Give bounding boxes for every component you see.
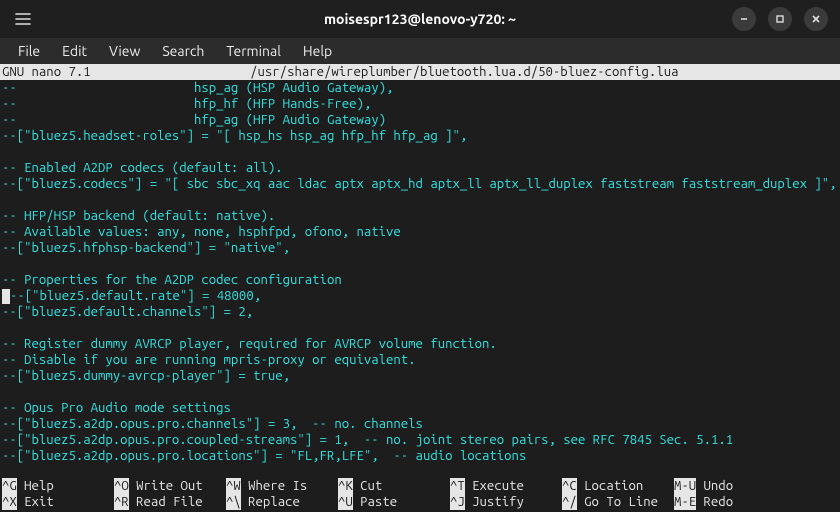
shortcut-label: Where Is <box>241 478 307 494</box>
shortcut-label: Read File <box>129 494 203 510</box>
shortcut-label: Paste <box>353 494 397 510</box>
editor-line: --["bluez5.a2dp.opus.pro.channels"] = 3,… <box>2 416 838 432</box>
editor-line: -- hfp_ag (HFP Audio Gateway) <box>2 112 838 128</box>
shortcut-key: ^R <box>114 494 129 510</box>
shortcut: ^G Help <box>2 478 114 494</box>
shortcut-label: Exit <box>17 494 54 510</box>
shortcut: ^W Where Is <box>226 478 338 494</box>
shortcut-key: ^T <box>450 478 465 494</box>
shortcut-label: Cut <box>353 478 383 494</box>
shortcut: ^R Read File <box>114 494 226 510</box>
editor-line: --["bluez5.default.rate"] = 48000, <box>2 288 838 304</box>
shortcut: ^J Justify <box>450 494 562 510</box>
shortcut: ^X Exit <box>2 494 114 510</box>
editor-line: --["bluez5.headset-roles"] = "[ hsp_hs h… <box>2 128 838 144</box>
editor-line <box>2 320 838 336</box>
editor-line: -- hfp_hf (HFP Hands-Free), <box>2 96 838 112</box>
shortcut-key: ^K <box>338 478 353 494</box>
editor-line: -- Available values: any, none, hsphfpd,… <box>2 224 838 240</box>
editor-line <box>2 384 838 400</box>
menu-search[interactable]: Search <box>152 40 214 62</box>
editor-line: --["bluez5.codecs"] = "[ sbc sbc_xq aac … <box>2 176 838 192</box>
editor-line: -- Opus Pro Audio mode settings <box>2 400 838 416</box>
menu-help[interactable]: Help <box>293 40 342 62</box>
editor-line: --["bluez5.a2dp.opus.pro.locations"] = "… <box>2 448 838 464</box>
shortcut-key: ^X <box>2 494 17 510</box>
nano-version: GNU nano 7.1 <box>2 64 91 80</box>
terminal[interactable]: GNU nano 7.1 /usr/share/wireplumber/blue… <box>0 64 840 512</box>
editor-line: --["bluez5.dummy-avrcp-player"] = true, <box>2 368 838 384</box>
shortcut: ^T Execute <box>450 478 562 494</box>
shortcut: ^/ Go To Line <box>562 494 674 510</box>
nano-shortcuts: ^G Help^O Write Out^W Where Is^K Cut^T E… <box>0 478 840 512</box>
titlebar: moisespr123@lenovo-y720: ~ <box>0 0 840 38</box>
editor-line: -- Enabled A2DP codecs (default: all). <box>2 160 838 176</box>
shortcut-label: Help <box>17 478 54 494</box>
shortcut-key: ^G <box>2 478 17 494</box>
menu-terminal[interactable]: Terminal <box>216 40 291 62</box>
shortcut-key: ^C <box>562 478 577 494</box>
shortcut-label: Location <box>577 478 643 494</box>
shortcut: M-U Undo <box>674 478 754 494</box>
editor-line: -- hsp_ag (HSP Audio Gateway), <box>2 80 838 96</box>
editor-line: --["bluez5.hfphsp-backend"] = "native", <box>2 240 838 256</box>
shortcut: ^U Paste <box>338 494 450 510</box>
menu-edit[interactable]: Edit <box>52 40 97 62</box>
shortcut: ^\ Replace <box>226 494 338 510</box>
text-cursor <box>2 289 10 304</box>
hamburger-icon[interactable] <box>6 5 40 33</box>
editor-line: --["bluez5.a2dp.opus.pro.coupled-streams… <box>2 432 838 448</box>
nano-content[interactable]: -- hsp_ag (HSP Audio Gateway),-- hfp_hf … <box>0 80 840 464</box>
editor-line: --["bluez5.default.channels"] = 2, <box>2 304 838 320</box>
shortcut: ^O Write Out <box>114 478 226 494</box>
window-title: moisespr123@lenovo-y720: ~ <box>0 11 840 27</box>
shortcut-key: ^\ <box>226 494 241 510</box>
shortcut-label: Undo <box>696 478 733 494</box>
shortcut-label: Execute <box>465 478 524 494</box>
editor-line: -- HFP/HSP backend (default: native). <box>2 208 838 224</box>
shortcut: ^K Cut <box>338 478 450 494</box>
shortcut-key: M-U <box>674 478 696 494</box>
shortcut-key: ^J <box>450 494 465 510</box>
shortcut-label: Go To Line <box>577 494 658 510</box>
shortcut-key: ^W <box>226 478 241 494</box>
shortcut-key: ^/ <box>562 494 577 510</box>
nano-filepath: /usr/share/wireplumber/bluetooth.lua.d/5… <box>91 64 838 80</box>
shortcut-label: Justify <box>465 494 524 510</box>
shortcut-key: ^O <box>114 478 129 494</box>
minimize-button[interactable] <box>732 7 756 31</box>
shortcut: M-E Redo <box>674 494 754 510</box>
shortcut-key: M-E <box>674 494 696 510</box>
editor-line <box>2 144 838 160</box>
editor-line <box>2 256 838 272</box>
shortcut-label: Write Out <box>129 478 203 494</box>
close-button[interactable] <box>804 7 828 31</box>
shortcut-label: Redo <box>696 494 733 510</box>
menu-file[interactable]: File <box>8 40 50 62</box>
editor-line: -- Disable if you are running mpris-prox… <box>2 352 838 368</box>
menubar: File Edit View Search Terminal Help <box>0 38 840 64</box>
editor-line: -- Properties for the A2DP codec configu… <box>2 272 838 288</box>
shortcut: ^C Location <box>562 478 674 494</box>
menu-view[interactable]: View <box>99 40 150 62</box>
shortcut-label: Replace <box>241 494 300 510</box>
shortcut-key: ^U <box>338 494 353 510</box>
maximize-button[interactable] <box>768 7 792 31</box>
nano-header: GNU nano 7.1 /usr/share/wireplumber/blue… <box>0 64 840 80</box>
editor-line <box>2 192 838 208</box>
window-controls <box>732 7 834 31</box>
editor-line: -- Register dummy AVRCP player, required… <box>2 336 838 352</box>
